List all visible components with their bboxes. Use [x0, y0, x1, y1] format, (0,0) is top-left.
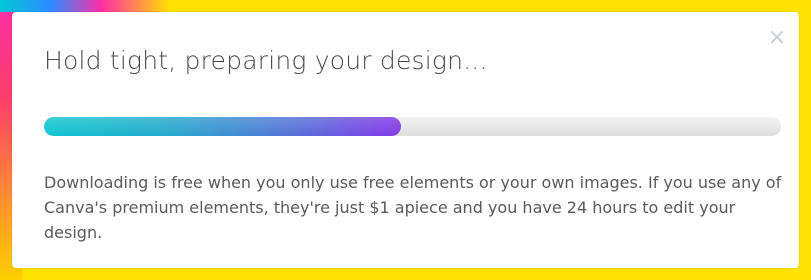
- backdrop-stripe-top: [0, 0, 170, 12]
- close-button[interactable]: ×: [763, 24, 791, 52]
- dialog-title: Hold tight, preparing your design...: [44, 46, 488, 75]
- dialog-description: Downloading is free when you only use fr…: [44, 173, 782, 242]
- progress-bar-fill: [44, 117, 402, 136]
- close-icon: ×: [767, 25, 787, 50]
- progress-bar: [44, 117, 781, 136]
- download-progress-dialog: × Hold tight, preparing your design... D…: [12, 12, 799, 268]
